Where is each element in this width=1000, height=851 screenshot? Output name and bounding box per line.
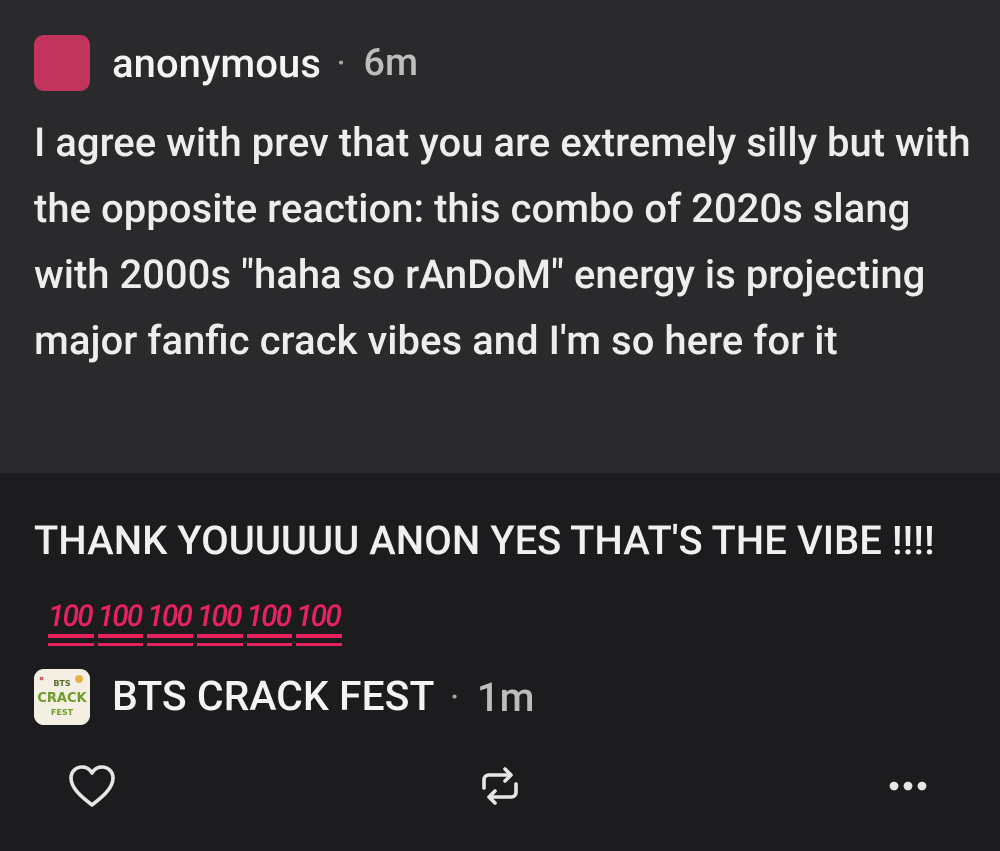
blog-avatar-logo: BTS CRACK FEST bbox=[34, 669, 90, 725]
post-timestamp: 1m bbox=[476, 673, 535, 721]
blog-avatar-line-1: BTS bbox=[53, 679, 71, 688]
ask-message: I agree with prev that you are extremely… bbox=[34, 119, 971, 364]
separator-dot: · bbox=[450, 679, 459, 715]
hundred-points-emoji: 100 bbox=[97, 600, 144, 638]
ask-box: anonymous · 6m I agree with prev that yo… bbox=[0, 0, 1000, 473]
reblog-icon bbox=[482, 767, 518, 805]
hundred-points-emoji: 100 bbox=[48, 600, 94, 638]
blog-name[interactable]: BTS CRACK FEST bbox=[112, 673, 434, 721]
ask-header: anonymous · 6m bbox=[34, 34, 418, 92]
separator-dot: · bbox=[336, 45, 346, 81]
blog-avatar-line-2: CRACK bbox=[37, 691, 87, 706]
like-button[interactable] bbox=[66, 762, 118, 810]
ask-timestamp: 6m bbox=[363, 41, 419, 85]
more-options-button[interactable] bbox=[882, 764, 934, 808]
hundred-points-emoji: 100 bbox=[196, 600, 243, 638]
reblog-button[interactable] bbox=[474, 762, 526, 810]
asker-name[interactable]: anonymous bbox=[112, 40, 321, 87]
hundred-points-emoji: 100 bbox=[246, 600, 293, 638]
blog-avatar[interactable]: BTS CRACK FEST bbox=[34, 669, 90, 725]
answer-message: THANK YOUUUUU ANON YES THAT'S THE VIBE !… bbox=[34, 508, 974, 640]
hundred-points-emojis: 100 100 100 100 100 100 bbox=[48, 600, 342, 638]
hundred-points-emoji: 100 bbox=[147, 600, 193, 638]
answer-text: THANK YOUUUUU ANON YES THAT'S THE VIBE !… bbox=[34, 517, 935, 564]
hundred-points-emoji: 100 bbox=[296, 600, 342, 638]
more-icon bbox=[889, 781, 927, 791]
blog-avatar-line-3: FEST bbox=[51, 708, 74, 717]
heart-icon bbox=[69, 765, 115, 807]
anonymous-avatar[interactable] bbox=[34, 35, 90, 91]
blog-header: BTS CRACK FEST BTS CRACK FEST · 1m bbox=[34, 668, 534, 726]
post-action-bar bbox=[0, 750, 1000, 830]
